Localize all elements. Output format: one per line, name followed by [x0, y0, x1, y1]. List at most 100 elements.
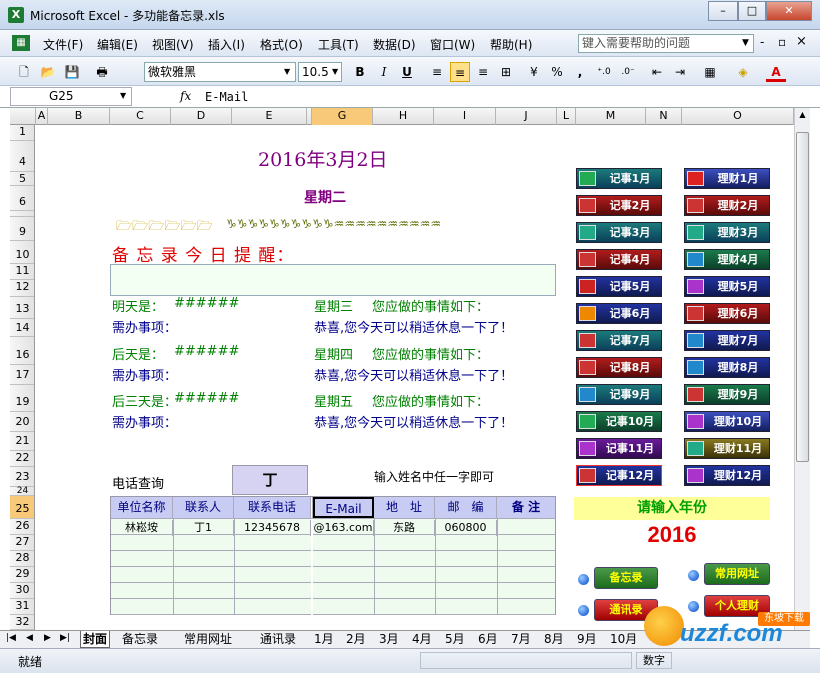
- menu-file[interactable]: 文件(F): [43, 36, 83, 53]
- tab-month[interactable]: 5月: [443, 631, 467, 648]
- maximize-button[interactable]: □: [738, 1, 766, 21]
- row-header[interactable]: 10: [10, 241, 34, 264]
- vertical-scrollbar[interactable]: ▲ ▼: [794, 108, 810, 630]
- font-color-icon[interactable]: A: [766, 62, 786, 82]
- tab-month[interactable]: 9月: [575, 631, 599, 648]
- doc-close-button[interactable]: ×: [796, 34, 807, 49]
- row-header[interactable]: 27: [10, 535, 34, 551]
- favorite-urls-button[interactable]: 常用网址: [704, 563, 770, 585]
- scroll-up-icon[interactable]: ▲: [797, 110, 808, 124]
- row-header[interactable]: 26: [10, 519, 34, 535]
- row-header[interactable]: 16: [10, 337, 34, 365]
- year-input[interactable]: 2016: [574, 521, 770, 549]
- row-header[interactable]: 29: [10, 567, 34, 583]
- column-header[interactable]: I: [434, 108, 496, 125]
- row-header[interactable]: 30: [10, 583, 34, 599]
- decrease-decimal-icon[interactable]: .0⁻: [618, 62, 638, 82]
- italic-button[interactable]: I: [374, 62, 394, 82]
- tab-urls[interactable]: 常用网址: [182, 631, 234, 648]
- row-header[interactable]: 28: [10, 551, 34, 567]
- notes-april-button[interactable]: 记事4月: [576, 249, 662, 270]
- last-sheet-icon[interactable]: ▶|: [60, 633, 70, 643]
- row-header[interactable]: 9: [10, 217, 34, 241]
- row-header[interactable]: 11: [10, 264, 34, 280]
- percent-button[interactable]: %: [547, 62, 567, 82]
- bold-button[interactable]: B: [350, 62, 370, 82]
- name-box[interactable]: G25: [10, 87, 132, 106]
- row-header[interactable]: 5: [10, 172, 34, 186]
- column-header[interactable]: D: [171, 108, 232, 125]
- column-header[interactable]: N: [646, 108, 682, 125]
- chevron-down-icon[interactable]: ▼: [284, 67, 290, 76]
- notes-november-button[interactable]: 记事11月: [576, 438, 662, 459]
- tab-month[interactable]: 7月: [509, 631, 533, 648]
- notes-june-button[interactable]: 记事6月: [576, 303, 662, 324]
- notes-october-button[interactable]: 记事10月: [576, 411, 662, 432]
- row-header[interactable]: 4: [10, 141, 34, 172]
- menu-help[interactable]: 帮助(H): [490, 36, 532, 53]
- column-header[interactable]: B: [48, 108, 110, 125]
- tab-month[interactable]: 8月: [542, 631, 566, 648]
- notes-september-button[interactable]: 记事9月: [576, 384, 662, 405]
- finance-august-button[interactable]: 理财8月: [684, 357, 770, 378]
- menu-window[interactable]: 窗口(W): [430, 36, 475, 53]
- underline-button[interactable]: U: [397, 62, 417, 82]
- row-header[interactable]: 6: [10, 186, 34, 211]
- column-header[interactable]: O: [682, 108, 794, 125]
- query-input[interactable]: 丁: [232, 465, 308, 495]
- first-sheet-icon[interactable]: |◀: [6, 633, 16, 643]
- row-header[interactable]: 23: [10, 467, 34, 487]
- row-header[interactable]: 17: [10, 365, 34, 385]
- tab-month[interactable]: 1月: [312, 631, 336, 648]
- finance-april-button[interactable]: 理财4月: [684, 249, 770, 270]
- table-cell[interactable]: [497, 520, 555, 536]
- finance-january-button[interactable]: 理财1月: [684, 168, 770, 189]
- notes-january-button[interactable]: 记事1月: [576, 168, 662, 189]
- chevron-down-icon[interactable]: ▼: [120, 91, 126, 100]
- font-name-select[interactable]: 微软雅黑: [144, 62, 296, 82]
- column-header[interactable]: H: [373, 108, 434, 125]
- help-search-input[interactable]: 键入需要帮助的问题: [578, 34, 754, 53]
- new-file-icon[interactable]: 🗋: [14, 62, 34, 82]
- doc-restore-button[interactable]: ▫: [778, 35, 786, 49]
- table-cell[interactable]: 丁1: [173, 520, 234, 536]
- row-header[interactable]: 13: [10, 297, 34, 319]
- tab-month[interactable]: 3月: [377, 631, 401, 648]
- finance-december-button[interactable]: 理财12月: [684, 465, 770, 486]
- row-header[interactable]: 19: [10, 385, 34, 412]
- align-left-icon[interactable]: ≡: [427, 62, 447, 82]
- increase-decimal-icon[interactable]: ⁺.0: [594, 62, 614, 82]
- menu-view[interactable]: 视图(V): [152, 36, 194, 53]
- doc-minimize-button[interactable]: -: [760, 35, 764, 49]
- increase-indent-icon[interactable]: ⇥: [670, 62, 690, 82]
- tab-memo[interactable]: 备忘录: [120, 631, 160, 648]
- currency-icon[interactable]: ¥: [524, 62, 544, 82]
- finance-november-button[interactable]: 理财11月: [684, 438, 770, 459]
- save-icon[interactable]: 💾: [62, 62, 82, 82]
- column-header[interactable]: C: [110, 108, 171, 125]
- table-cell[interactable]: @163.com: [313, 520, 374, 536]
- column-header[interactable]: E: [232, 108, 307, 125]
- tab-cover[interactable]: 封面: [80, 631, 111, 648]
- finance-july-button[interactable]: 理财7月: [684, 330, 770, 351]
- open-folder-icon[interactable]: 📂: [38, 62, 58, 82]
- finance-october-button[interactable]: 理财10月: [684, 411, 770, 432]
- next-sheet-icon[interactable]: ▶: [44, 633, 51, 643]
- memo-button[interactable]: 备忘录: [594, 567, 658, 589]
- formula-input[interactable]: E-Mail: [205, 88, 795, 106]
- align-right-icon[interactable]: ≡: [473, 62, 493, 82]
- tab-contacts[interactable]: 通讯录: [258, 631, 298, 648]
- notes-august-button[interactable]: 记事8月: [576, 357, 662, 378]
- row-header[interactable]: 20: [10, 412, 34, 432]
- column-header[interactable]: L: [557, 108, 576, 125]
- row-header[interactable]: 22: [10, 451, 34, 467]
- reminder-box[interactable]: [110, 264, 556, 296]
- notes-december-button[interactable]: 记事12月: [576, 465, 662, 486]
- row-header[interactable]: 12: [10, 280, 34, 297]
- row-header-selected[interactable]: 25: [10, 496, 34, 519]
- table-cell[interactable]: 林崧垵: [111, 520, 173, 536]
- notes-july-button[interactable]: 记事7月: [576, 330, 662, 351]
- row-header[interactable]: 32: [10, 615, 34, 630]
- notes-february-button[interactable]: 记事2月: [576, 195, 662, 216]
- row-header[interactable]: 24: [10, 487, 34, 496]
